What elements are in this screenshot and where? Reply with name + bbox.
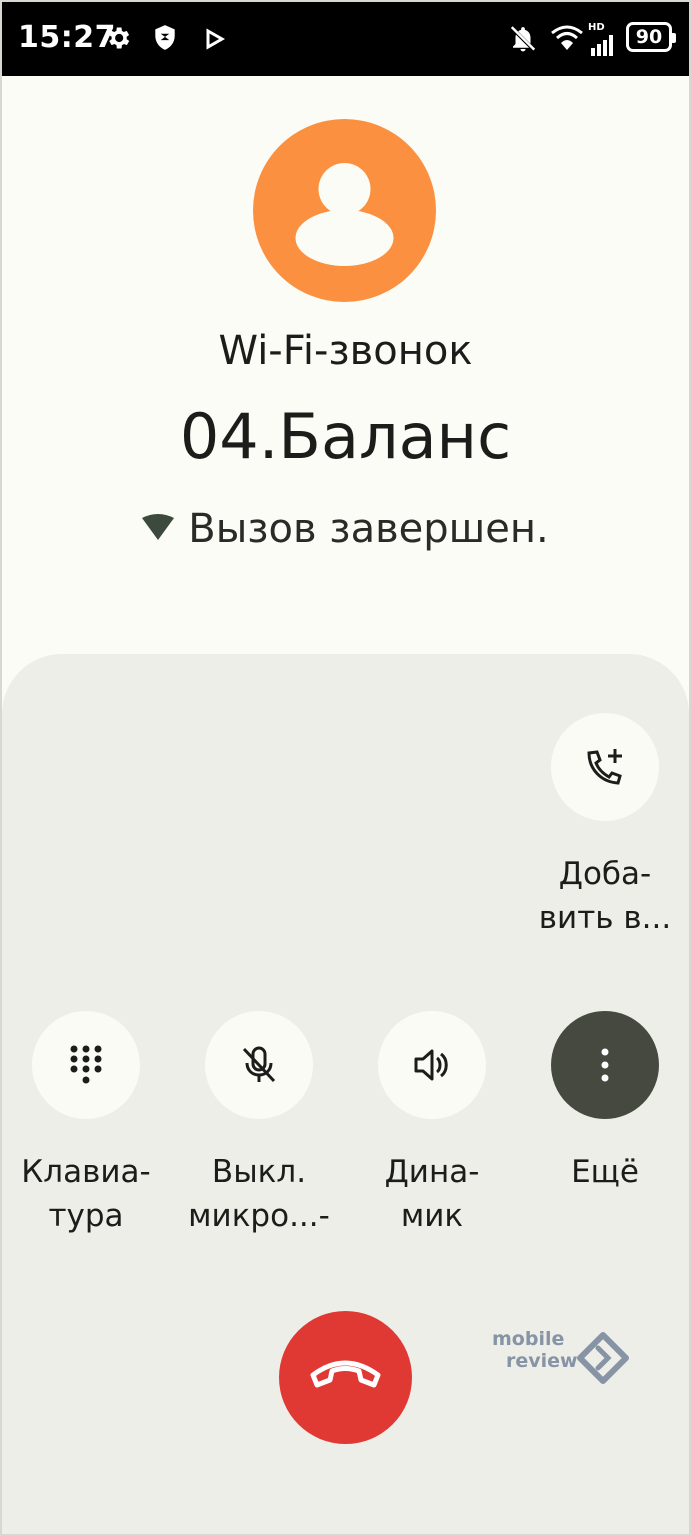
more-label: Ещё [571,1154,639,1190]
signal-icon [591,35,613,56]
keypad-button[interactable] [32,1011,140,1119]
status-bar: 15:27 HD 90 [2,2,689,76]
add-call-icon [587,749,622,785]
bell-off-icon [510,26,536,52]
play-store-icon [206,28,226,50]
watermark-line2: review [506,1350,578,1372]
more-vert-icon [601,1048,609,1082]
shield-icon [155,25,175,50]
end-call-button[interactable] [279,1311,412,1444]
hang-up-icon [310,1360,381,1388]
mute-label: Выкл. микро...- [188,1154,330,1234]
caller-name: 04.Баланс [179,400,512,473]
watermark-line1: mobile [492,1328,565,1350]
mobile-review-watermark: mobile review [492,1328,632,1388]
add-call-label: Доба- вить в... [538,856,672,936]
wifi-call-icon [142,514,175,540]
person-icon [295,163,394,266]
dialpad-icon [70,1045,102,1084]
speaker-label: Дина- мик [384,1154,480,1234]
mic-off-icon [242,1046,276,1083]
mute-button[interactable] [205,1011,313,1119]
more-button[interactable] [551,1011,659,1119]
battery-icon: 90 [626,22,676,52]
call-type-label: Wi-Fi-звонок [218,328,473,374]
contact-avatar [253,119,436,302]
wifi-icon [551,25,583,50]
gear-icon [109,27,130,49]
call-status-text: Вызов завершен. [188,506,549,552]
add-call-button[interactable] [551,713,659,821]
keypad-label: Клавиа- тура [21,1154,151,1234]
watermark-logo-icon [577,1332,629,1384]
call-status: Вызов завершен. [0,506,691,552]
speaker-icon [414,1049,448,1081]
speaker-button[interactable] [378,1011,486,1119]
status-time: 15:27 [18,20,116,55]
battery-level: 90 [635,26,663,48]
